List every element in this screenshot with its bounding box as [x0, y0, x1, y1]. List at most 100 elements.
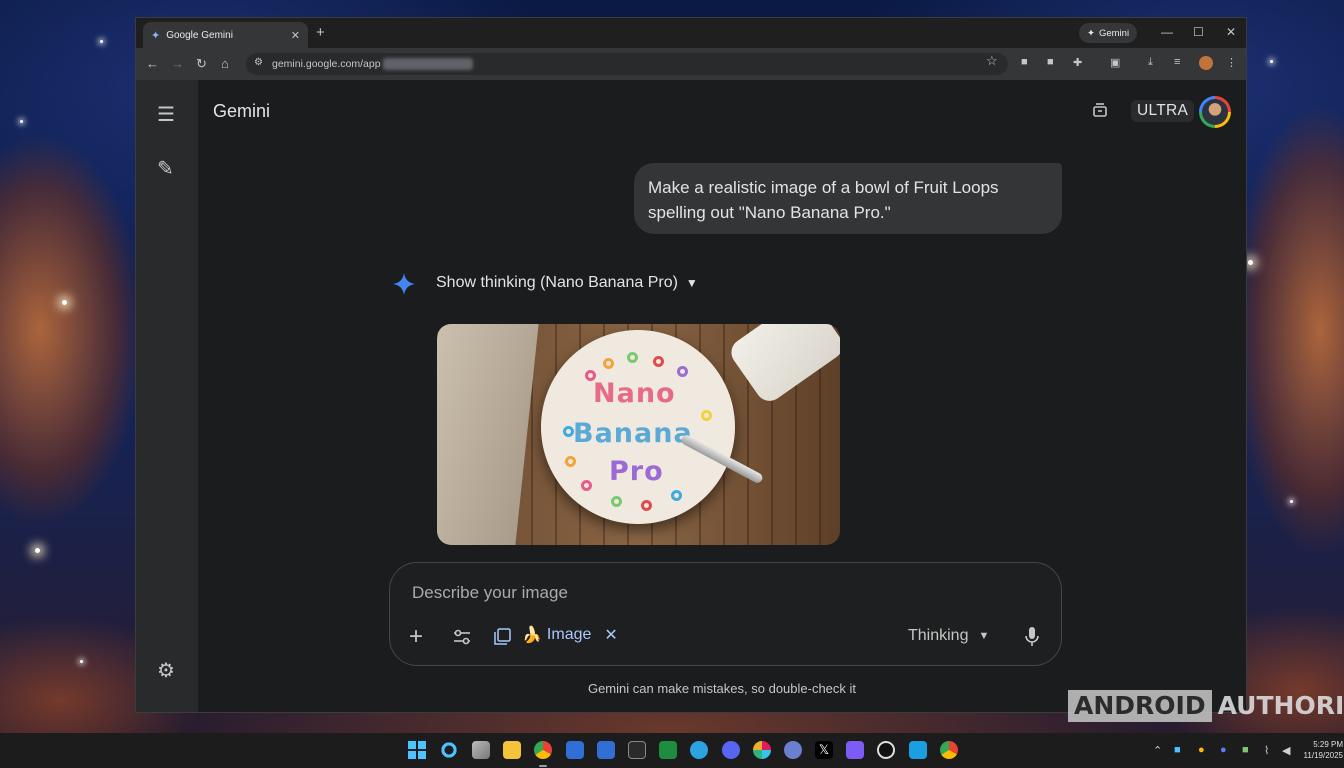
star: [1248, 260, 1253, 265]
bookmark-star-icon[interactable]: ☆: [986, 53, 998, 69]
wifi-icon[interactable]: ⌇: [1264, 744, 1269, 757]
user-message-bubble: Make a realistic image of a bowl of Frui…: [634, 163, 1062, 234]
forward-arrow-icon[interactable]: →: [171, 56, 184, 71]
watermark-part1: ANDROID: [1068, 690, 1212, 722]
threads-icon[interactable]: [877, 741, 895, 759]
chrome-icon[interactable]: [940, 741, 958, 759]
image-tool-label: Image: [546, 626, 592, 643]
app-icon[interactable]: [909, 741, 927, 759]
microphone-icon[interactable]: [1024, 626, 1040, 648]
mode-label: Thinking: [908, 627, 969, 644]
clock[interactable]: 5:29 PM 11/19/2025: [1303, 739, 1343, 761]
more-menu-icon[interactable]: ⋮: [1226, 56, 1237, 69]
windows-start-icon[interactable]: [408, 741, 426, 759]
tab-gemini[interactable]: ✦ Google Gemini ✕: [143, 22, 308, 48]
extension-icon[interactable]: ■: [1047, 56, 1054, 68]
remove-tool-close-icon[interactable]: ✕: [604, 625, 617, 645]
milk-glass: [725, 324, 840, 407]
prompt-composer: + 🍌 Image ✕ Thinking ▼: [389, 562, 1062, 666]
profile-avatar-icon[interactable]: [1199, 56, 1213, 70]
prompt-input[interactable]: [410, 582, 1014, 604]
star: [80, 660, 83, 663]
cereal-loop: [581, 480, 592, 491]
show-thinking-label: Show thinking (Nano Banana Pro): [436, 274, 678, 291]
cereal-word-1: Nano: [593, 378, 676, 409]
search-icon[interactable]: [440, 741, 458, 759]
temporary-chat-icon[interactable]: [1092, 102, 1108, 118]
window-close-icon[interactable]: ✕: [1226, 25, 1236, 39]
browser-toolbar: ← → ↻ ⌂ ⚙ gemini.google.com/app ☆ ■ ■ ✚ …: [136, 48, 1246, 80]
cereal-loop: [677, 366, 688, 377]
account-avatar[interactable]: [1199, 96, 1231, 128]
minimize-icon[interactable]: —: [1161, 25, 1173, 39]
cereal-word-3: Pro: [609, 456, 664, 487]
url-text: gemini.google.com/app: [272, 58, 381, 70]
address-bar[interactable]: ⚙ gemini.google.com/app: [246, 53, 1008, 75]
show-thinking-toggle[interactable]: Show thinking (Nano Banana Pro) ▼: [436, 274, 698, 292]
mode-selector[interactable]: Thinking ▼: [908, 627, 989, 645]
extension-icon[interactable]: ■: [1021, 56, 1028, 68]
tools-sliders-icon[interactable]: [452, 629, 472, 645]
menu-hamburger-icon[interactable]: ☰: [157, 102, 175, 127]
side-panel-icon[interactable]: ▣: [1110, 56, 1120, 69]
running-indicator: [539, 765, 547, 767]
add-plus-icon[interactable]: +: [409, 623, 423, 651]
gemini-spark-icon: [393, 273, 415, 295]
home-icon[interactable]: ⌂: [221, 56, 229, 71]
gemini-sidepanel-button[interactable]: ✦ Gemini: [1079, 23, 1138, 43]
tray-app-icon[interactable]: ■: [1174, 744, 1181, 756]
telegram-icon[interactable]: [690, 741, 708, 759]
app-icon[interactable]: [628, 741, 646, 759]
taskbar: 𝕏 ⌃ ■ ● ● ■ ⌇ ◀ 5:29 PM 11/19/2025: [0, 733, 1344, 768]
task-view-icon[interactable]: [472, 741, 490, 759]
plan-badge[interactable]: ULTRA: [1131, 100, 1195, 122]
back-arrow-icon[interactable]: ←: [146, 56, 159, 71]
tray-chrome-icon[interactable]: ●: [1198, 744, 1205, 756]
clock-time: 5:29 PM: [1313, 740, 1343, 749]
extensions-puzzle-icon[interactable]: ✚: [1073, 56, 1082, 69]
settings-gear-icon[interactable]: ⚙: [157, 658, 175, 683]
new-tab-plus-icon[interactable]: +: [316, 24, 325, 41]
x-twitter-icon[interactable]: 𝕏: [815, 741, 833, 759]
twitch-icon[interactable]: [846, 741, 864, 759]
cereal-loop: [653, 356, 664, 367]
watermark-logo: ANDROID AUTHORITY: [1068, 689, 1344, 723]
generated-image[interactable]: Nano Banana Pro: [437, 324, 840, 545]
reload-icon[interactable]: ↻: [196, 56, 207, 72]
tray-chevron-up-icon[interactable]: ⌃: [1153, 744, 1162, 757]
cereal-loop: [611, 496, 622, 507]
sheets-icon[interactable]: [659, 741, 677, 759]
cereal-loop: [603, 358, 614, 369]
file-explorer-icon[interactable]: [503, 741, 521, 759]
cereal-loop: [641, 500, 652, 511]
star: [1270, 60, 1273, 63]
chrome-icon[interactable]: [534, 741, 552, 759]
new-chat-edit-icon[interactable]: ✎: [157, 156, 174, 181]
maximize-icon[interactable]: ☐: [1193, 25, 1204, 39]
cereal-word-2: Banana: [573, 418, 693, 449]
watermark-part2: AUTHORITY: [1217, 691, 1344, 720]
gemini-chip-label: Gemini: [1098, 27, 1130, 39]
tab-title: Google Gemini: [166, 29, 233, 41]
tray-app-icon[interactable]: ■: [1242, 744, 1249, 756]
download-icon[interactable]: ⤓: [1148, 56, 1153, 69]
powershell-icon[interactable]: [597, 741, 615, 759]
gemini-favicon-icon: ✦: [151, 29, 161, 42]
site-info-icon[interactable]: ⚙: [254, 57, 263, 68]
slack-icon[interactable]: [753, 741, 771, 759]
tray-app-icon[interactable]: ●: [1220, 744, 1227, 756]
image-gallery-icon[interactable]: [494, 628, 511, 645]
image-tool-chip[interactable]: 🍌 Image ✕: [522, 625, 618, 645]
app-icon[interactable]: [784, 741, 802, 759]
side-rail: ☰ ✎ ⚙: [136, 80, 198, 712]
discord-icon[interactable]: [722, 741, 740, 759]
redacted-url-part: [382, 58, 473, 70]
star: [35, 548, 40, 553]
volume-icon[interactable]: ◀: [1282, 744, 1290, 757]
media-controls-icon[interactable]: ≡: [1174, 56, 1180, 68]
tab-close-icon[interactable]: ✕: [291, 29, 300, 42]
gemini-spark-icon: ✦: [1087, 27, 1095, 39]
terminal-icon[interactable]: [566, 741, 584, 759]
star: [20, 120, 23, 123]
app-title[interactable]: Gemini: [213, 101, 270, 122]
